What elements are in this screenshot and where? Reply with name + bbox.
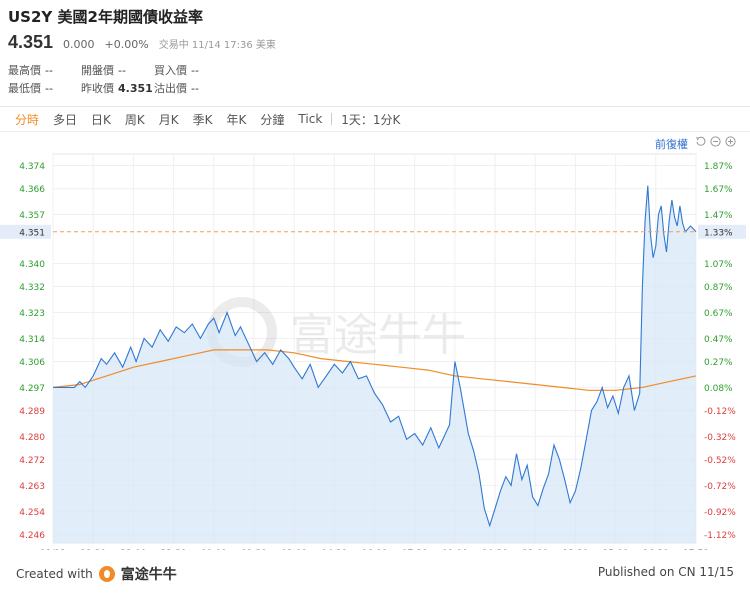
stats-row: 最低價 -- 昨收價 4.351 沽出價 --	[8, 79, 227, 97]
y-tick-label: 4.263	[19, 482, 45, 492]
percent-tick-label: 0.08%	[704, 384, 733, 394]
tab-weekly-k[interactable]: 周K	[118, 111, 152, 128]
x-tick-label: 19:30	[80, 549, 106, 550]
percent-tick-label: 0.47%	[704, 335, 733, 345]
quote-stats: 最高價 -- 開盤價 -- 買入價 -- 最低價 -- 昨收價 4.351 沽出價 --	[8, 61, 227, 97]
tab-yearly-k[interactable]: 年K	[220, 111, 254, 128]
percent-tick-label: -0.12%	[704, 407, 736, 417]
x-tick-label: 11/13	[40, 549, 66, 550]
price-row: 4.351 0.000 +0.00% 交易中 11/14 17:36 美東	[8, 32, 276, 53]
x-axis-labels: 11/13 19:30 21:00 22:30 00:00 01:30 03:00 04:30…	[40, 549, 709, 550]
x-tick-label: 01:30	[241, 549, 267, 550]
y-tick-label: 4.314	[19, 335, 45, 345]
percent-tick-label: -0.52%	[704, 456, 736, 466]
y-tick-label: 4.289	[19, 407, 45, 417]
price-change-percent: +0.00%	[104, 38, 149, 51]
current-pct-label: 1.33%	[704, 228, 733, 238]
x-tick-label: 09:00	[442, 549, 468, 550]
stat-prev-close: 昨收價 4.351	[81, 82, 153, 95]
y-tick-label: 4.332	[19, 283, 45, 293]
tab-quarterly-k[interactable]: 季K	[186, 111, 220, 128]
percent-tick-label: -0.92%	[704, 508, 736, 518]
period-tabs: 分時 多日 日K 周K 月K 季K 年K 分鐘 Tick 1天：1分K	[8, 110, 407, 128]
percent-tick-label: 1.47%	[704, 211, 733, 221]
price-change: 0.000	[63, 38, 95, 51]
futu-logo-icon	[98, 566, 115, 582]
y-tick-label: 4.246	[19, 531, 45, 541]
percent-tick-label: 0.67%	[704, 309, 733, 319]
x-tick-label: 03:00	[281, 549, 307, 550]
zoom-in-icon[interactable]	[725, 136, 736, 147]
y-tick-label: 4.297	[19, 384, 45, 394]
footer-brand: 富途牛牛	[120, 567, 177, 583]
stat-high: 最高價 --	[8, 64, 53, 77]
tab-daily-k[interactable]: 日K	[84, 111, 118, 128]
x-tick-label: 10:30	[482, 549, 508, 550]
percent-tick-label: 0.87%	[704, 283, 733, 293]
x-tick-label: 17:59	[683, 549, 709, 550]
y-tick-label: 4.323	[19, 309, 45, 319]
percent-tick-label: -1.12%	[704, 531, 736, 541]
x-tick-label: 00:00	[201, 549, 227, 550]
y-tick-label: 4.366	[19, 185, 45, 195]
x-tick-label: 22:30	[161, 549, 187, 550]
intraday-chart[interactable]: 富途牛牛 4.374 4.366 4.357 4.340 4.332 4.323 4.314…	[0, 150, 750, 550]
percent-tick-label: -0.72%	[704, 482, 736, 492]
percent-tick-label: 1.07%	[704, 260, 733, 270]
y-tick-label: 4.254	[19, 508, 45, 518]
stat-bid: 買入價 --	[154, 64, 199, 77]
current-price-label: 4.351	[19, 228, 45, 238]
percent-tick-label: 1.67%	[704, 185, 733, 195]
x-tick-label: 12:00	[522, 549, 548, 550]
last-price: 4.351	[8, 32, 54, 52]
stat-open: 開盤價 --	[81, 64, 126, 77]
x-tick-label: 21:00	[120, 549, 146, 550]
x-tick-label: 13:30	[562, 549, 588, 550]
tab-minute[interactable]: 分鐘	[253, 111, 291, 128]
y-tick-label: 4.306	[19, 358, 45, 368]
divider	[0, 131, 750, 132]
y-axis-labels: 4.374 4.366 4.357 4.340 4.332 4.323 4.314 4.306…	[19, 162, 45, 541]
y-tick-label: 4.280	[19, 433, 45, 443]
watermark-text: 富途牛牛	[290, 310, 466, 361]
stat-low: 最低價 --	[8, 82, 53, 95]
footer-created: Created with 富途牛牛	[16, 564, 177, 584]
percent-axis-labels: 1.87% 1.67% 1.47% 1.07% 0.87% 0.67% 0.47% 0.27%…	[704, 162, 736, 541]
x-tick-label: 04:30	[321, 549, 347, 550]
stats-row: 最高價 -- 開盤價 -- 買入價 --	[8, 61, 227, 79]
tab-tick[interactable]: Tick	[291, 112, 329, 126]
tab-intraday[interactable]: 分時	[8, 111, 46, 128]
resolution-selector[interactable]: 1天：1分K	[334, 111, 407, 128]
trading-status: 交易中 11/14 17:36 美東	[158, 40, 276, 51]
stat-ask: 沽出價 --	[154, 82, 199, 95]
footer-published: Published on CN 11/15	[597, 565, 734, 579]
y-tick-label: 4.340	[19, 260, 45, 270]
y-tick-label: 4.357	[19, 211, 45, 221]
tab-divider	[331, 113, 333, 125]
y-tick-label: 4.374	[19, 162, 45, 172]
reset-icon[interactable]	[695, 136, 706, 147]
x-tick-label: 06:00	[362, 549, 388, 550]
tab-multi-day[interactable]: 多日	[46, 111, 84, 128]
percent-tick-label: 1.87%	[704, 162, 733, 172]
percent-tick-label: -0.32%	[704, 433, 736, 443]
tab-monthly-k[interactable]: 月K	[152, 111, 186, 128]
percent-tick-label: 0.27%	[704, 358, 733, 368]
x-tick-label: 15:00	[603, 549, 629, 550]
y-tick-label: 4.272	[19, 456, 45, 466]
x-tick-label: 16:30	[643, 549, 669, 550]
x-tick-label: 07:30	[402, 549, 428, 550]
page-title: US2Y 美國2年期國債收益率	[8, 8, 203, 26]
zoom-out-icon[interactable]	[710, 136, 721, 147]
divider	[0, 106, 750, 107]
